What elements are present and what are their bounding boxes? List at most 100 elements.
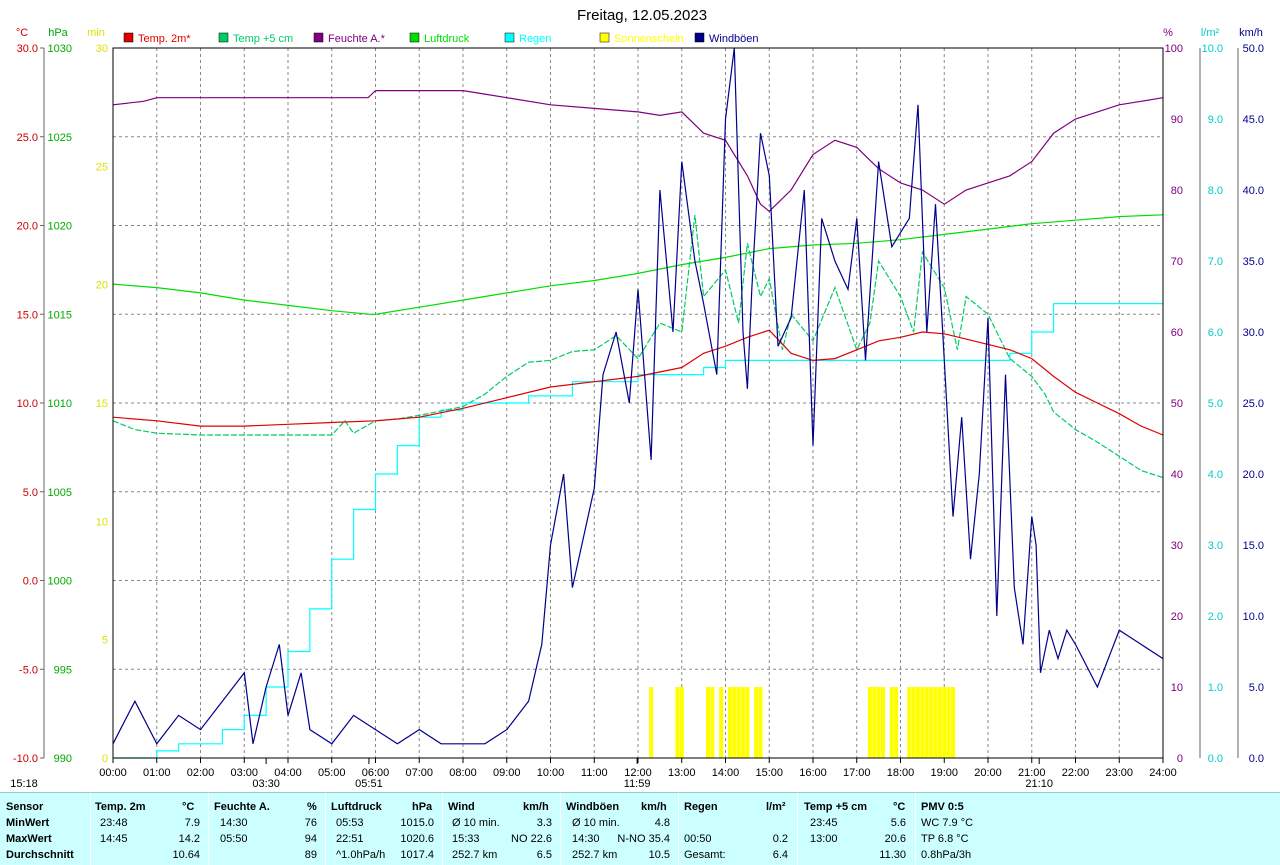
x-tick-label: 15:00 [755,767,783,779]
temp-tick-label: 0.0 [23,576,38,588]
x-axis-ticks: 00:00 01:00 02:00 03:00 04:00 05:00 06:00 07:00… [99,758,1177,779]
stats-cell-r-val: 6.4 [772,849,788,861]
stats-cell-w-val: NO 22.6 [511,833,552,845]
pressure-tick-label: 990 [54,753,72,765]
stats-row: MinWert 23:48 7.9 14:30 76 05:53 1015.0 Ø 10 mi… [0,815,1280,831]
rain-tick-label: 0.0 [1208,753,1223,765]
sun-tick-label: 25 [96,161,108,173]
sunshine-bar [929,687,934,758]
pressure-tick-label: 1020 [48,221,72,233]
stats-cell-wb-val: 4.8 [654,817,670,829]
stats-cell-t5-val: 11.30 [879,849,906,861]
wind-tick-label: 30.0 [1243,327,1264,339]
stats-header-feuchte-unit: % [307,801,317,813]
pressure-tick-label: 1000 [48,576,72,588]
legend-swatch [599,32,610,43]
sunshine-bar [946,687,951,758]
wind-tick-label: 35.0 [1243,256,1264,268]
wind-axis-unit: km/h [1239,27,1263,39]
rain-tick-label: 10.0 [1202,43,1223,55]
chart-legend: Temp. 2m* Temp +5 cm Feuchte A.* Luftdruck R… [123,32,759,45]
time-marker: 11:59 [624,778,651,790]
wind-tick-label: 50.0 [1243,43,1264,55]
sunshine-bar [679,687,684,758]
temp-tick-label: 10.0 [17,398,38,410]
stats-cell-wb-val: N-NO 35.4 [617,833,670,845]
stats-cell-t5-val: 5.6 [890,817,906,829]
wind-tick-label: 0.0 [1249,753,1264,765]
legend-label: Regen [519,33,551,45]
humidity-tick-label: 80 [1171,185,1183,197]
time-marker: 15:18 [10,778,38,790]
pressure-axis-unit: hPa [48,27,68,39]
stats-cell-w-time: 15:33 [452,833,480,845]
x-tick-label: 05:00 [318,767,346,779]
x-tick-label: 22:00 [1062,767,1090,779]
stats-cell-f-val: 94 [304,833,317,845]
legend-label: Windböen [709,33,759,45]
stats-cell-t2-val: 7.9 [184,817,200,829]
sun-tick-label: 10 [96,516,108,528]
x-tick-label: 23:00 [1105,767,1133,779]
stats-cell-t5-time: 13:00 [810,833,838,845]
x-tick-label: 18:00 [887,767,915,779]
time-marker: 05:51 [355,778,383,790]
stats-header-temp2m-unit: °C [182,801,195,813]
pressure-tick-label: 1030 [48,43,72,55]
sunshine-bar [937,687,942,758]
sunshine-bar [867,687,872,758]
legend-label: Temp. 2m* [138,33,191,45]
time-marker: 21:10 [1025,778,1053,790]
sunshine-bar [649,687,654,758]
humidity-tick-label: 70 [1171,256,1183,268]
rain-tick-label: 6.0 [1208,327,1223,339]
stats-cell-w-time: 252.7 km [452,849,498,861]
legend-label: Feuchte A.* [328,33,386,45]
stats-header-windboeen: Windböen [566,801,620,813]
stats-cell-t2-time: 23:48 [100,817,128,829]
stats-row: Durchschnitt 10.64 89 ^1.0hPa/h 1017.4 252.7 … [0,847,1280,863]
humidity-tick-label: 40 [1171,469,1183,481]
wind-tick-label: 20.0 [1243,469,1264,481]
stats-cell-t2-val: 14.2 [178,833,200,845]
stats-cell-r-time: Gesamt: [684,849,726,861]
sunshine-bar [916,687,920,758]
rain-tick-label: 9.0 [1208,114,1223,126]
time-marker: 03:30 [252,778,280,790]
sunshine-bar [942,687,947,758]
rain-tick-label: 2.0 [1208,611,1223,623]
humidity-tick-label: 10 [1171,682,1183,694]
stats-header-windboeen-unit: km/h [641,801,667,813]
sun-tick-label: 0 [102,753,108,765]
stats-cell-l-time: ^1.0hPa/h [336,849,386,861]
stats-cell-wb-val: 10.5 [648,849,670,861]
rain-tick-label: 4.0 [1208,469,1223,481]
humidity-axis-unit: % [1163,27,1173,39]
legend-swatch [218,32,229,43]
x-tick-label: 13:00 [668,767,696,779]
stats-cell-w-val: 6.5 [536,849,552,861]
sunshine-bar [933,687,938,758]
sunshine-bar [706,687,710,758]
wind-tick-label: 15.0 [1243,540,1264,552]
sunshine-bar [920,687,925,758]
stats-cell-label: Durchschnitt [6,849,74,861]
legend-swatch [504,32,515,43]
sunshine-bar [710,687,715,758]
rain-axis-unit: l/m² [1201,27,1220,39]
humidity-tick-label: 90 [1171,114,1183,126]
stats-cell-wb-time: 252.7 km [572,849,618,861]
wind-tick-label: 25.0 [1243,398,1264,410]
humidity-tick-label: 100 [1165,43,1183,55]
wind-tick-label: 10.0 [1243,611,1264,623]
weather-chart: Freitag, 12.05.2023 Temp. 2m* Temp +5 cm F… [10,7,1264,790]
stats-cell-t5-time: 23:45 [810,817,838,829]
temp-tick-label: 30.0 [17,43,38,55]
pressure-tick-label: 1025 [48,132,72,144]
sunshine-bar [758,687,763,758]
rain-tick-label: 1.0 [1208,682,1223,694]
sunshine-bar [736,687,741,758]
x-tick-label: 24:00 [1149,767,1177,779]
stats-header-sensor: Sensor [6,801,44,813]
legend-swatch [313,32,324,43]
